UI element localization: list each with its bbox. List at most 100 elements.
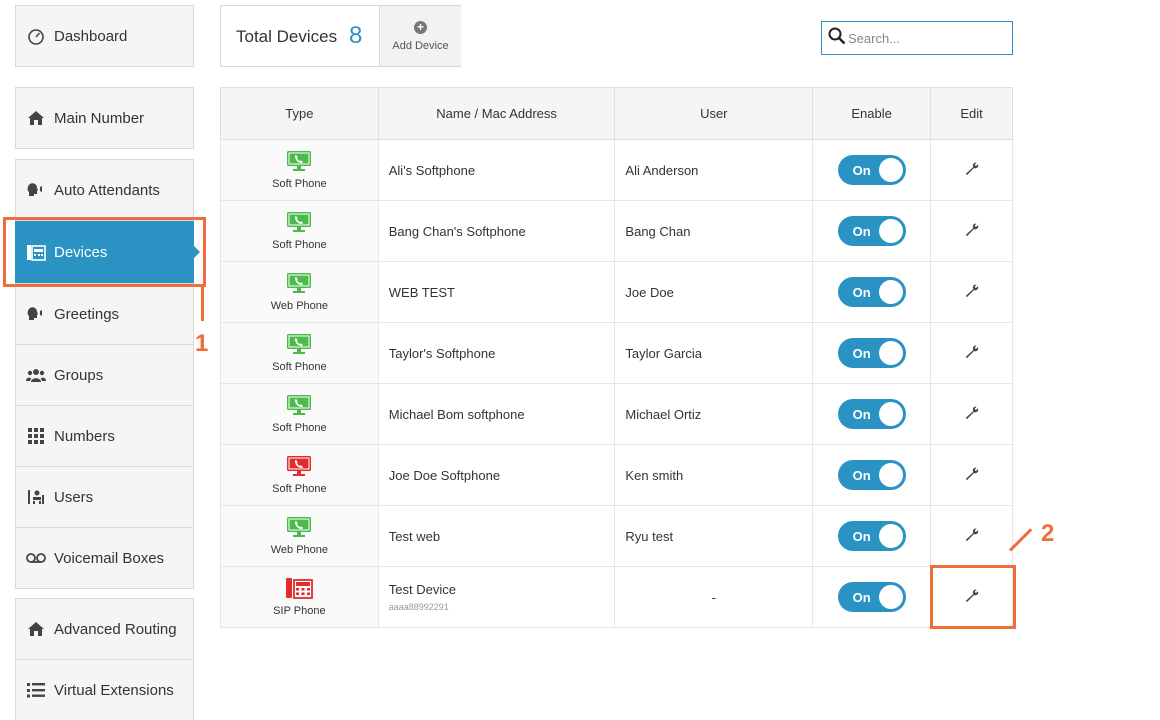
enable-toggle[interactable]: On <box>837 399 906 429</box>
device-type-label: Soft Phone <box>272 483 327 495</box>
sidebar-item-label: Auto Attendants <box>54 181 160 199</box>
total-devices-label: Total Devices <box>236 27 338 46</box>
table-row: Soft Phone Joe Doe Softphone Ken smith On <box>220 444 1013 506</box>
search-box <box>821 21 1013 55</box>
device-user: Ken smith <box>625 467 684 483</box>
softphone-monitor-icon <box>221 211 378 236</box>
wrench-icon[interactable] <box>965 467 979 484</box>
edit-cell <box>930 322 1013 384</box>
toggle-knob <box>878 585 903 609</box>
users-icon <box>25 365 47 385</box>
device-type-cell: Web Phone <box>220 505 379 567</box>
home-icon <box>25 619 47 639</box>
device-user: - <box>711 589 716 605</box>
wrench-icon[interactable] <box>965 223 979 240</box>
sidebar-item-users[interactable]: Users <box>15 466 194 528</box>
enable-toggle[interactable]: On <box>837 582 906 612</box>
device-type-label: SIP Phone <box>273 605 326 617</box>
device-name: Michael Bom softphone <box>388 406 525 422</box>
wrench-icon[interactable] <box>965 284 979 301</box>
home-icon <box>25 108 47 128</box>
add-device-label: Add Device <box>392 39 449 52</box>
softphone-monitor-icon <box>221 272 378 297</box>
sidebar-item-main-number[interactable]: Main Number <box>15 87 194 149</box>
enable-toggle[interactable]: On <box>837 460 906 490</box>
enable-toggle[interactable]: On <box>837 155 906 185</box>
device-user: Michael Ortiz <box>625 406 702 422</box>
plus-circle-icon: + <box>414 20 427 34</box>
softphone-monitor-icon <box>221 516 378 541</box>
sidebar-item-numbers[interactable]: Numbers <box>15 405 194 467</box>
enable-cell: On <box>812 261 932 323</box>
sidebar-item-advanced-routing[interactable]: Advanced Routing <box>15 598 194 660</box>
edit-cell <box>930 200 1013 262</box>
voicemail-icon <box>25 548 47 568</box>
annotation-number-2: 2 <box>1041 520 1055 547</box>
sidebar-item-voicemail-boxes[interactable]: Voicemail Boxes <box>15 527 194 589</box>
column-header-enable: Enable <box>812 87 932 140</box>
wrench-icon[interactable] <box>965 528 979 545</box>
enable-toggle[interactable]: On <box>837 216 906 246</box>
device-user-cell: Ryu test <box>614 505 814 567</box>
table-row: SIP Phone Test Device aaaa88992291 - On <box>220 566 1013 628</box>
sidebar-item-greetings[interactable]: Greetings <box>15 283 194 345</box>
wrench-icon[interactable] <box>965 345 979 362</box>
toggle-knob <box>878 158 903 182</box>
annotation-number-1: 1 <box>195 330 209 357</box>
device-type-cell: Soft Phone <box>220 200 379 262</box>
device-name: Bang Chan's Softphone <box>388 223 526 239</box>
list-icon <box>25 680 47 700</box>
toggle-knob <box>878 341 903 365</box>
sidebar-item-label: Voicemail Boxes <box>54 549 165 567</box>
sidebar-item-virtual-extensions[interactable]: Virtual Extensions <box>15 659 194 720</box>
edit-cell <box>930 383 1013 445</box>
toggle-knob <box>878 402 903 426</box>
device-type-cell: Soft Phone <box>220 383 379 445</box>
edit-cell <box>930 139 1013 201</box>
device-type-label: Soft Phone <box>272 422 327 434</box>
device-type-label: Soft Phone <box>272 239 327 251</box>
device-name-cell: Ali's Softphone <box>377 139 616 201</box>
toggle-knob <box>878 524 903 548</box>
device-mac-address: aaaa88992291 <box>388 602 449 612</box>
speedometer-icon <box>25 26 47 46</box>
device-name-cell: Michael Bom softphone <box>377 383 616 445</box>
annotation-box-devices <box>3 217 206 287</box>
enable-cell: On <box>812 444 932 506</box>
search-icon <box>828 27 846 50</box>
enable-toggle[interactable]: On <box>837 521 906 551</box>
sidebar-item-label: Virtual Extensions <box>54 681 174 699</box>
device-user-cell: Joe Doe <box>614 261 814 323</box>
device-name: Ali's Softphone <box>388 162 476 178</box>
total-devices-panel: Total Devices 8 + Add Device <box>220 5 461 67</box>
toggle-label: On <box>852 284 871 300</box>
table-row: Soft Phone Bang Chan's Softphone Bang Chan… <box>220 200 1013 262</box>
sidebar-item-label: Main Number <box>54 109 145 127</box>
table-row: Soft Phone Michael Bom softphone Michael O… <box>220 383 1013 445</box>
toggle-knob <box>878 463 903 487</box>
device-user-cell: Taylor Garcia <box>614 322 814 384</box>
softphone-monitor-icon <box>221 394 378 419</box>
device-user: Taylor Garcia <box>625 345 702 361</box>
device-type-label: Web Phone <box>270 544 329 556</box>
enable-toggle[interactable]: On <box>837 277 906 307</box>
sidebar-item-groups[interactable]: Groups <box>15 344 194 406</box>
add-device-button[interactable]: + Add Device <box>379 6 461 66</box>
sidebar-item-auto-attendants[interactable]: Auto Attendants <box>15 159 194 221</box>
device-type-cell: Soft Phone <box>220 444 379 506</box>
enable-toggle[interactable]: On <box>837 338 906 368</box>
wrench-icon[interactable] <box>965 162 979 179</box>
search-input[interactable] <box>848 30 1008 46</box>
device-type-cell: Soft Phone <box>220 139 379 201</box>
enable-cell: On <box>812 383 932 445</box>
edit-cell <box>930 505 1013 567</box>
wrench-icon[interactable] <box>965 406 979 423</box>
sidebar-item-dashboard[interactable]: Dashboard <box>15 5 194 67</box>
device-user-cell: Bang Chan <box>614 200 814 262</box>
device-name: Taylor's Softphone <box>388 345 496 361</box>
device-name: Joe Doe Softphone <box>388 467 501 483</box>
device-name: Test web <box>388 528 441 544</box>
enable-cell: On <box>812 566 932 628</box>
toggle-label: On <box>852 223 871 239</box>
toggle-label: On <box>852 345 871 361</box>
